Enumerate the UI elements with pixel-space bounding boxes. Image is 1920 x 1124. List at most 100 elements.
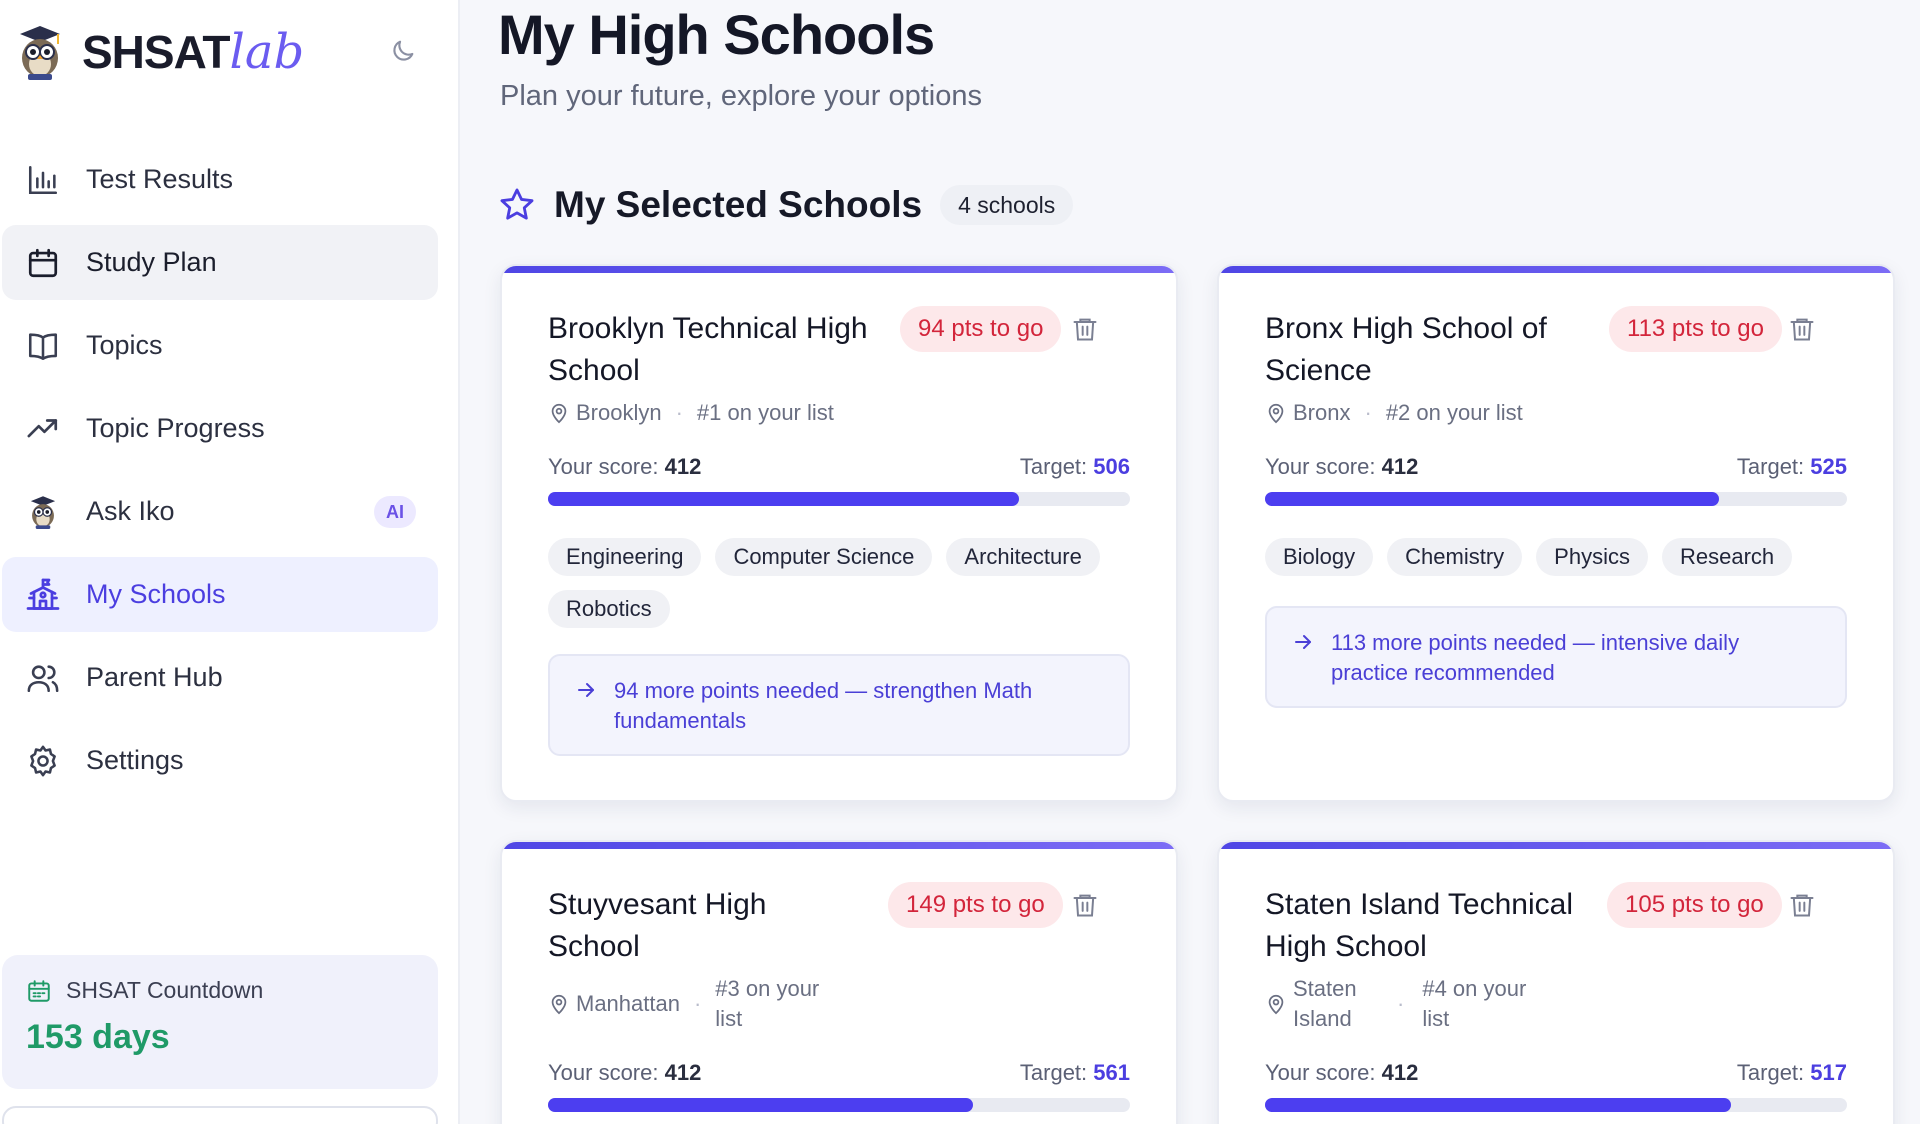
score-row: Your score: 412 Target: 525 bbox=[1265, 454, 1847, 480]
program-tags: Engineering Computer Science Architectur… bbox=[548, 538, 1130, 628]
target-label: Target: bbox=[1736, 1060, 1805, 1085]
score-progress-fill bbox=[548, 1098, 973, 1112]
star-icon bbox=[500, 188, 534, 220]
sidebar-item-label: Settings bbox=[86, 745, 184, 775]
sidebar-item-label: Parent Hub bbox=[86, 662, 223, 692]
trash-icon[interactable] bbox=[1785, 888, 1819, 922]
location-pin-icon bbox=[551, 403, 567, 424]
trending-up-icon bbox=[24, 410, 62, 448]
school-card[interactable]: Brooklyn Technical High School 94 pts to… bbox=[500, 264, 1178, 802]
school-borough: Staten Island bbox=[1293, 976, 1357, 1031]
moon-icon bbox=[393, 40, 414, 61]
sidebar-item-label: Topic Progress bbox=[86, 413, 265, 443]
program-tag: Biology bbox=[1265, 538, 1374, 576]
target-label: Target: bbox=[1019, 454, 1088, 479]
school-name: Stuyvesant High School bbox=[548, 888, 767, 963]
sidebar-item-settings[interactable]: Settings bbox=[2, 723, 438, 798]
school-meta: Brooklyn · #1 on your list bbox=[548, 400, 834, 426]
school-card[interactable]: Stuyvesant High School 149 pts to go Man… bbox=[500, 840, 1178, 1124]
school-icon bbox=[24, 576, 62, 614]
score-row: Your score: 412 Target: 506 bbox=[548, 454, 1130, 480]
program-tag: Engineering bbox=[548, 538, 702, 576]
target-label: Target: bbox=[1019, 1060, 1088, 1085]
score-row: Your score: 412 Target: 517 bbox=[1265, 1060, 1847, 1086]
sidebar-item-topic-progress[interactable]: Topic Progress bbox=[2, 391, 438, 466]
advice-text: 94 more points needed — strengthen Math … bbox=[614, 678, 1033, 733]
brand-name-main: SHSAT bbox=[82, 26, 230, 78]
separator-dot: · bbox=[1364, 400, 1372, 425]
trash-icon[interactable] bbox=[1068, 312, 1102, 346]
dark-mode-toggle[interactable] bbox=[386, 34, 420, 68]
calendar-icon bbox=[24, 244, 62, 282]
points-to-go-badge: 149 pts to go bbox=[888, 882, 1063, 928]
separator-dot: · bbox=[693, 991, 702, 1016]
sidebar-item-label: My Schools bbox=[86, 579, 226, 609]
brand-name: SHSATlab bbox=[82, 24, 304, 80]
gear-icon bbox=[24, 742, 62, 780]
your-score: 412 bbox=[664, 454, 702, 479]
target-score: 561 bbox=[1093, 1060, 1130, 1085]
your-score: 412 bbox=[1381, 454, 1419, 479]
school-card[interactable]: Staten Island Technical High School 105 … bbox=[1217, 840, 1895, 1124]
location-pin-icon bbox=[1268, 994, 1284, 1015]
selected-schools-header: My Selected Schools 4 schools bbox=[498, 184, 1074, 226]
separator-dot: · bbox=[1397, 991, 1405, 1016]
sidebar-bottom-card[interactable] bbox=[2, 1106, 438, 1124]
school-card[interactable]: Bronx High School of Science 113 pts to … bbox=[1217, 264, 1895, 802]
program-tag: Architecture bbox=[946, 538, 1100, 576]
page-subtitle: Plan your future, explore your options bbox=[500, 80, 982, 112]
school-name: Staten Island Technical High School bbox=[1265, 888, 1573, 963]
location-pin-icon bbox=[551, 994, 567, 1015]
sidebar-nav: Test Results Study Plan Topics Topic Pro… bbox=[2, 142, 438, 806]
book-icon bbox=[24, 327, 62, 365]
school-name: Brooklyn Technical High School bbox=[548, 312, 868, 387]
sidebar-item-my-schools[interactable]: My Schools bbox=[2, 557, 438, 632]
location-pin-icon bbox=[1268, 403, 1284, 424]
school-name: Bronx High School of Science bbox=[1265, 312, 1547, 387]
countdown-label: SHSAT Countdown bbox=[66, 977, 264, 1003]
sidebar-item-label: Ask Iko bbox=[86, 496, 175, 526]
sidebar-item-parent-hub[interactable]: Parent Hub bbox=[2, 640, 438, 715]
score-progress-bar bbox=[548, 1098, 1130, 1112]
points-to-go-badge: 94 pts to go bbox=[900, 306, 1062, 352]
arrow-right-icon bbox=[578, 683, 594, 697]
sidebar-item-test-results[interactable]: Test Results bbox=[2, 142, 438, 217]
sidebar-item-label: Topics bbox=[86, 330, 163, 360]
your-score: 412 bbox=[1381, 1060, 1419, 1085]
school-meta: Bronx · #2 on your list bbox=[1265, 400, 1523, 426]
program-tag: Computer Science bbox=[715, 538, 933, 576]
score-label: Your score: bbox=[1265, 1060, 1376, 1085]
score-label: Your score: bbox=[548, 1060, 659, 1085]
sidebar-item-label: Test Results bbox=[86, 164, 234, 194]
program-tag: Physics bbox=[1536, 538, 1648, 576]
owl-mascot-icon bbox=[20, 26, 60, 80]
sidebar-item-study-plan[interactable]: Study Plan bbox=[2, 225, 438, 300]
school-borough: Manhattan bbox=[576, 991, 680, 1016]
target-score: 517 bbox=[1810, 1060, 1847, 1085]
sidebar-item-ask-iko[interactable]: Ask Iko AI bbox=[2, 474, 438, 549]
score-progress-fill bbox=[1265, 492, 1719, 506]
school-meta: Staten Island · #4 on your list bbox=[1265, 974, 1542, 1034]
bar-chart-icon bbox=[24, 161, 62, 199]
sidebar-item-topics[interactable]: Topics bbox=[2, 308, 438, 383]
countdown-days: 153 days bbox=[26, 1018, 170, 1056]
school-rank: #1 on your list bbox=[696, 400, 834, 425]
points-to-go-badge: 105 pts to go bbox=[1607, 882, 1782, 928]
ai-badge: AI bbox=[374, 496, 416, 528]
score-progress-fill bbox=[1265, 1098, 1731, 1112]
target-score: 506 bbox=[1093, 454, 1130, 479]
brand-name-accent: lab bbox=[229, 24, 305, 80]
school-borough: Brooklyn bbox=[576, 400, 662, 425]
program-tag: Robotics bbox=[548, 590, 670, 628]
separator-dot: · bbox=[675, 400, 683, 425]
brand-logo[interactable]: SHSATlab bbox=[14, 22, 304, 82]
study-advice[interactable]: 113 more points needed — intensive daily… bbox=[1265, 606, 1847, 708]
points-to-go-badge: 113 pts to go bbox=[1609, 306, 1782, 352]
score-label: Your score: bbox=[1265, 454, 1376, 479]
trash-icon[interactable] bbox=[1785, 312, 1819, 346]
score-progress-bar bbox=[1265, 1098, 1847, 1112]
study-advice[interactable]: 94 more points needed — strengthen Math … bbox=[548, 654, 1130, 756]
trash-icon[interactable] bbox=[1068, 888, 1102, 922]
owl-icon bbox=[24, 493, 62, 531]
score-label: Your score: bbox=[548, 454, 659, 479]
